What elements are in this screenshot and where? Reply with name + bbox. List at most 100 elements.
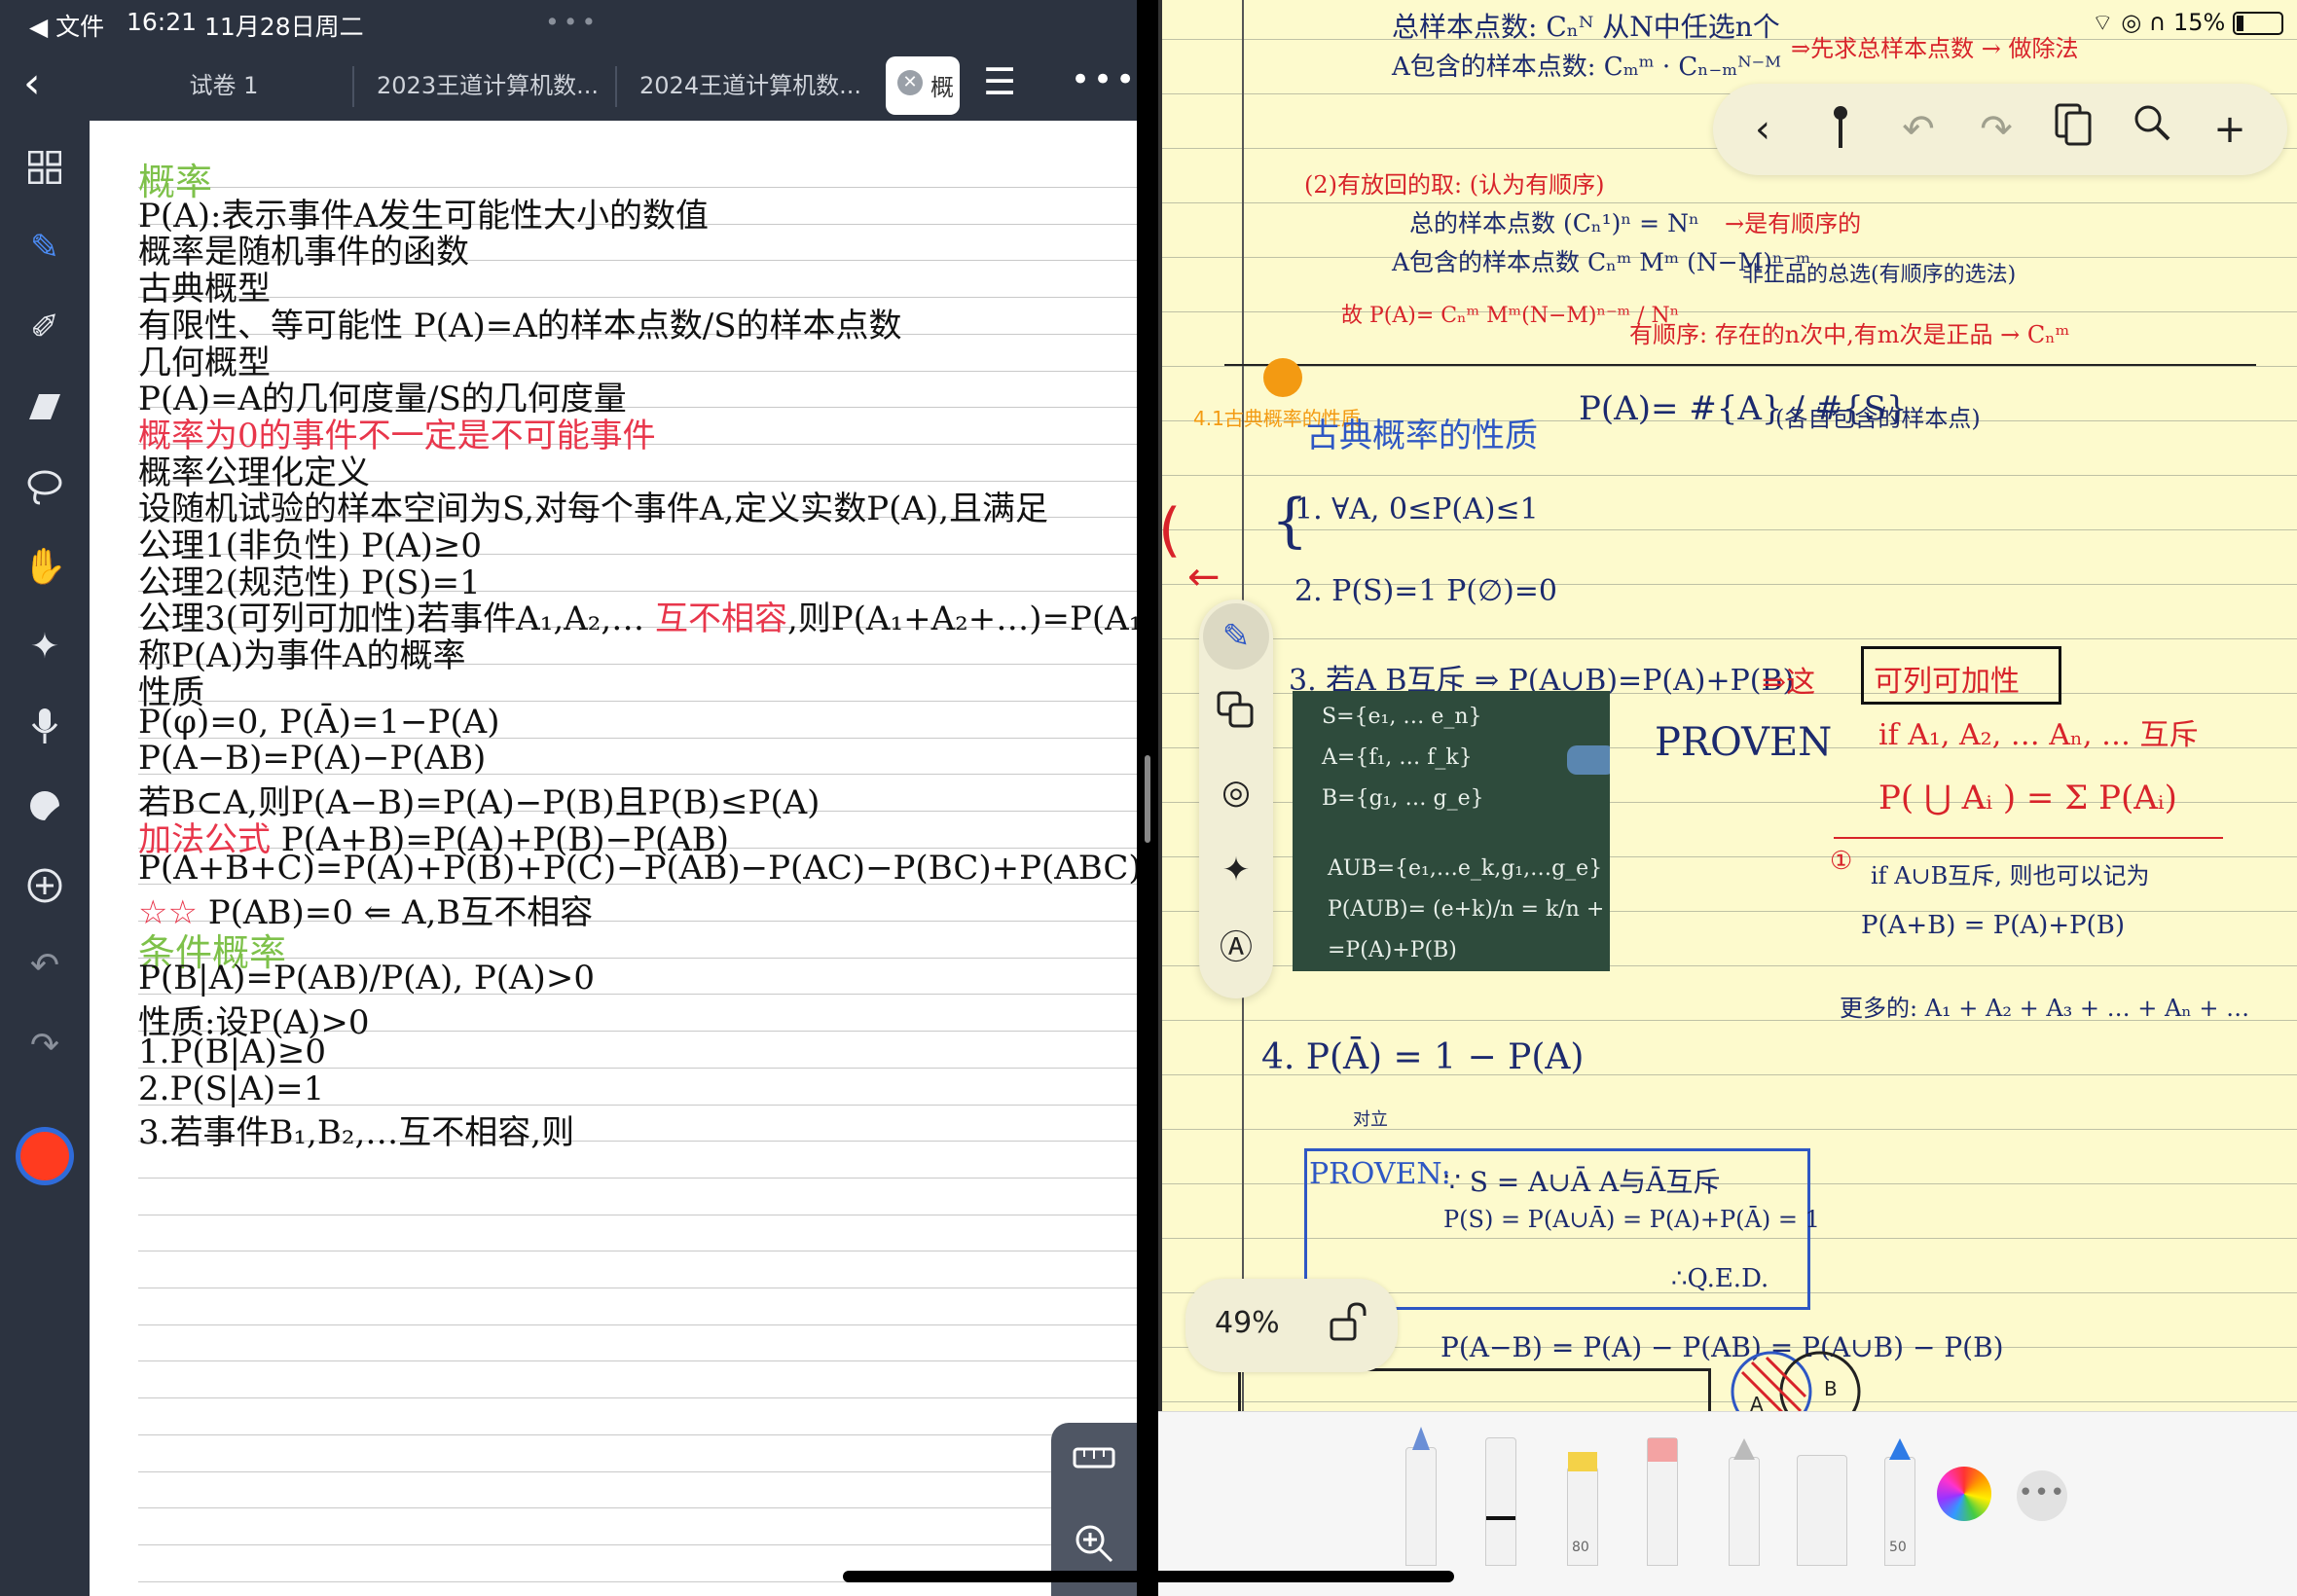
- wifi-icon: ⌔: [2092, 9, 2114, 36]
- eraser-icon[interactable]: [19, 381, 70, 432]
- monoline-pen-tool[interactable]: 50: [1884, 1438, 1915, 1566]
- note-text: ⇒这: [1762, 666, 1816, 700]
- tab-bar: ‹ 试卷 1 2023王道计算机数... 2024王道计算机数...: [0, 51, 1137, 119]
- divider-handle[interactable]: [1145, 755, 1150, 843]
- ruled-line: [138, 1543, 1137, 1545]
- tab-3[interactable]: 2024王道计算机数...: [625, 60, 876, 111]
- note-line: 1.P(B|A)≥0: [138, 1033, 326, 1071]
- highlighter-size: 80: [1572, 1540, 1589, 1555]
- status-time: 16:21: [127, 8, 198, 36]
- mic-icon[interactable]: [19, 701, 70, 751]
- highlighter-icon[interactable]: ✐: [19, 302, 70, 352]
- undo-icon[interactable]: ↶: [1892, 103, 1945, 156]
- shapes-icon[interactable]: [1213, 691, 1259, 738]
- note-text: 3.若事件B₁,B₂,…互不相容,则: [138, 1113, 575, 1153]
- battery-icon: [2233, 12, 2283, 35]
- note-line: P(φ)=0, P(Ā)=1−P(A): [138, 703, 499, 742]
- lasso-icon[interactable]: ◎: [1213, 769, 1259, 816]
- lasso-icon[interactable]: [19, 461, 70, 512]
- notes-toolbar: ‹ ↶ ↷ +: [1713, 84, 2287, 175]
- board-text-line: AUB={e₁,…e_k,g₁,…g_e}: [1328, 856, 1603, 881]
- back-to-app[interactable]: ◀ 文件: [29, 8, 104, 43]
- home-indicator[interactable]: [843, 1571, 1454, 1582]
- board-text-line: A={f₁, … f_k}: [1322, 745, 1473, 770]
- zoom-indicator[interactable]: 49%: [1185, 1279, 1398, 1372]
- pages-icon[interactable]: [2048, 103, 2100, 156]
- split-view-divider[interactable]: [1137, 0, 1158, 1596]
- ruled-line: [1158, 1129, 2297, 1130]
- add-icon[interactable]: [19, 860, 70, 911]
- redo-icon[interactable]: ↷: [1970, 103, 2023, 156]
- highlighter-tool[interactable]: 80: [1567, 1452, 1598, 1566]
- ruled-line: [1158, 202, 2297, 203]
- fountain-pen-tool[interactable]: [1405, 1427, 1437, 1566]
- note-text: 2.P(S|A)=1: [138, 1069, 325, 1108]
- redo-icon[interactable]: ↷: [19, 1020, 70, 1070]
- tab-divider: [352, 66, 354, 107]
- undo-icon[interactable]: ↶: [19, 940, 70, 991]
- note-line: 2.P(S|A)=1: [138, 1070, 324, 1108]
- proof-label: PROVEN:: [1309, 1157, 1451, 1191]
- tab-active[interactable]: ✕ 概: [886, 56, 960, 115]
- color-swatch[interactable]: [16, 1127, 74, 1185]
- pen-size: 50: [1889, 1540, 1907, 1555]
- back-icon[interactable]: ‹: [1736, 103, 1789, 156]
- outline-list-icon[interactable]: ☰: [983, 60, 1016, 103]
- note-line: P(A−B)=P(A)−P(AB): [138, 739, 486, 778]
- zoom-in-icon[interactable]: [1073, 1524, 1115, 1567]
- note-text: 有顺序: 存在的n次中,有m次是正品 → Cₙᵐ: [1629, 321, 2070, 348]
- add-icon[interactable]: +: [2204, 103, 2256, 156]
- bookmark-pin-icon[interactable]: [1263, 358, 1302, 397]
- note-text: (2)有放回的取: (认为有顺序): [1304, 171, 1605, 199]
- zoom-level: 49%: [1215, 1306, 1280, 1340]
- section-heading: 古典概率的性质: [1306, 417, 1538, 455]
- unlock-icon[interactable]: [1328, 1300, 1367, 1347]
- embedded-blackboard-photo[interactable]: S={e₁, … e_n} A={f₁, … f_k} B={g₁, … g_e} A…: [1293, 691, 1610, 971]
- laser-icon[interactable]: ✦: [19, 621, 70, 671]
- section-divider: [1224, 364, 2256, 366]
- more-icon[interactable]: •••: [1071, 60, 1137, 99]
- eraser-in-photo: [1567, 745, 1610, 775]
- pencil-tool[interactable]: [1729, 1438, 1760, 1566]
- grid-icon[interactable]: [19, 142, 70, 193]
- text-add-icon[interactable]: Ⓐ: [1213, 925, 1259, 971]
- battery-percent: 15%: [2173, 9, 2226, 36]
- note-line: P(B|A)=P(AB)/P(A), P(A)>0: [138, 959, 595, 998]
- note-text: ∵ S = A∪Ā A与Ā互斥: [1443, 1166, 1721, 1198]
- tab-1[interactable]: 试卷 1: [97, 60, 350, 111]
- hand-icon[interactable]: ✋: [19, 541, 70, 592]
- board-text-line: B={g₁, … g_e}: [1322, 786, 1484, 811]
- pencil-icon[interactable]: ✎: [1213, 613, 1259, 660]
- ruled-line: [138, 1470, 1137, 1472]
- note-text: 1.P(B|A)≥0: [138, 1032, 326, 1071]
- pin-icon[interactable]: [1814, 103, 1867, 156]
- page-edge-line: [1158, 0, 1162, 1411]
- note-text: if A∪B互斥, 则也可以记为: [1871, 862, 2150, 889]
- tab-2[interactable]: 2023王道计算机数...: [362, 60, 613, 111]
- multitask-dots[interactable]: •••: [545, 8, 600, 36]
- close-tab-icon[interactable]: ✕: [897, 70, 923, 95]
- ruled-line: [1158, 366, 2297, 367]
- search-icon[interactable]: [2126, 103, 2178, 156]
- note-text: →是有顺序的: [1725, 210, 1862, 237]
- ruler-tool[interactable]: [1797, 1455, 1847, 1566]
- laser-pointer-icon[interactable]: ✦: [1213, 847, 1259, 893]
- number-marker: ①: [1830, 847, 1853, 876]
- headphones-icon: ∩: [2148, 9, 2167, 36]
- back-icon[interactable]: ‹: [23, 58, 41, 108]
- more-tools-icon[interactable]: •••: [2017, 1470, 2067, 1521]
- proven-label: PROVEN: [1655, 720, 1833, 765]
- ruled-line: [138, 1433, 1137, 1435]
- note-text: if A₁, A₂, … Aₙ, … 互斥: [1878, 718, 2199, 752]
- color-picker-icon[interactable]: [1937, 1467, 1991, 1521]
- eraser-tool[interactable]: [1647, 1437, 1678, 1566]
- note-text: 更多的: A₁ + A₂ + A₃ + … + Aₙ + …: [1840, 995, 2250, 1022]
- ruler-icon[interactable]: [1073, 1442, 1115, 1485]
- ballpoint-pen-tool[interactable]: [1485, 1437, 1516, 1566]
- ruled-line: [1158, 638, 2297, 639]
- side-arrow: ←: [1187, 555, 1221, 599]
- sticker-icon[interactable]: [19, 780, 70, 831]
- boxed-term-text: 可列可加性: [1874, 665, 2020, 699]
- pen-icon[interactable]: ✎: [19, 222, 70, 272]
- pen-tray: 80 50 •••: [1158, 1411, 2297, 1596]
